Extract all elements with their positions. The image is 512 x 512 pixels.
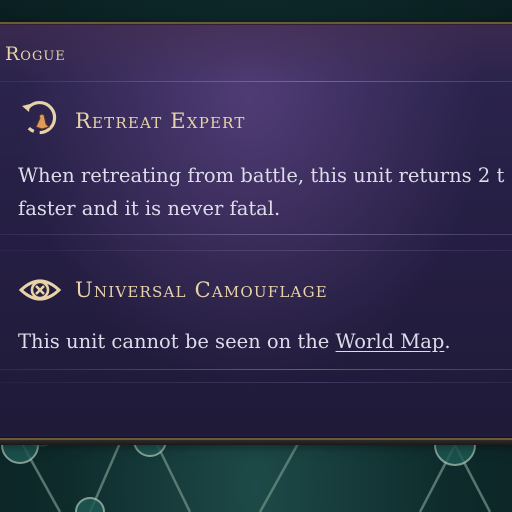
world-map-link[interactable]: World Map — [336, 330, 445, 353]
ability-universal-camouflage[interactable]: Universal Camouflage This unit cannot be… — [0, 250, 512, 370]
unit-tooltip-panel: Rogue Retreat Expert When retreating fro… — [0, 22, 512, 445]
unit-class-title: Rogue — [5, 43, 66, 65]
universal-camouflage-icon — [18, 268, 62, 312]
ability-description-line-1: When retreating from battle, this unit r… — [18, 164, 505, 187]
ability-divider-bottom-secondary — [0, 382, 512, 383]
ability-retreat-expert[interactable]: Retreat Expert When retreating from batt… — [0, 82, 512, 234]
ability-divider-bottom — [0, 369, 512, 370]
retreat-expert-icon — [18, 98, 62, 142]
ability-description-line-2: faster and it is never fatal. — [18, 197, 281, 220]
description-text: This unit cannot be seen on the — [18, 330, 336, 353]
ability-name: Retreat Expert — [75, 109, 246, 133]
tooltip-header — [0, 24, 512, 82]
description-text-end: . — [444, 330, 451, 353]
ability-name: Universal Camouflage — [75, 278, 328, 302]
ability-divider — [0, 234, 512, 235]
ability-description: This unit cannot be seen on the World Ma… — [18, 325, 451, 358]
